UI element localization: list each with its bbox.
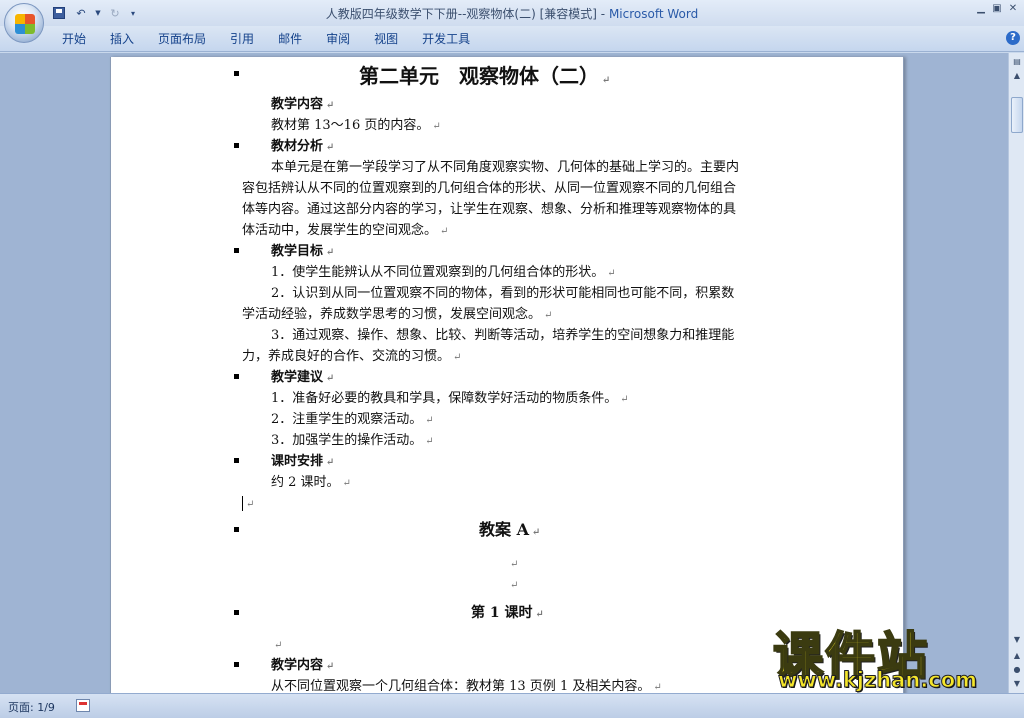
tab-page-layout[interactable]: 页面布局 (146, 31, 218, 47)
section-bullet (234, 610, 239, 615)
heading-bullet (234, 71, 239, 76)
section-title-teaching-suggestions: 教学建议 ↵ (271, 370, 335, 385)
quick-access-toolbar: ↶ ▼ ↻ ▾ (50, 4, 138, 22)
ruler-toggle-icon[interactable]: ▤ (1010, 55, 1024, 69)
analysis-line: 容包括辨认从不同的位置观察到的几何组合体的形状、从同一位置观察不同的几何组合 (242, 181, 737, 196)
tab-mailings[interactable]: 邮件 (266, 31, 314, 47)
office-button[interactable] (4, 3, 44, 43)
undo-button[interactable]: ↶ (72, 5, 90, 21)
redo-icon: ↻ (110, 6, 120, 20)
suggestion-line: 3．加强学生的操作活动。 ↵ (271, 433, 434, 448)
tab-view[interactable]: 视图 (362, 31, 410, 47)
goal-line: 2．认识到从同一位置观察不同的物体，看到的形状可能相同也可能不同，积累数 (271, 286, 735, 301)
empty-paragraph: ↵ (510, 580, 519, 591)
scroll-down-icon[interactable]: ▼ (1010, 633, 1024, 647)
section-title-lesson-content: 教学内容 ↵ (271, 658, 335, 673)
lesson-plan-title: 教案 A ↵ (479, 520, 541, 539)
document-heading: 第二单元 观察物体（二） ↵ (359, 64, 611, 88)
page-number-status[interactable]: 页面: 1/9 (8, 699, 55, 715)
section-title-teaching-goals: 教学目标 ↵ (271, 244, 335, 259)
restore-button[interactable]: ▣ (990, 2, 1004, 16)
window-controls: ▁ ▣ ✕ (974, 2, 1020, 16)
goal-line: 学活动经验，养成数学思考的习惯，发展空间观念。 ↵ (242, 307, 553, 322)
empty-paragraph: ↵ (510, 559, 519, 570)
suggestion-line: 1．准备好必要的教具和学具，保障数学好活动的物质条件。 ↵ (271, 391, 629, 406)
document-page[interactable]: 第二单元 观察物体（二） ↵ 教学内容 ↵ 教材第 13～16 页的内容。 ↵ 教材分… (110, 57, 904, 693)
minimize-button[interactable]: ▁ (974, 2, 988, 16)
window-title: 人教版四年级数学下下册--观察物体(二) [兼容模式] - Microsoft … (0, 5, 1024, 22)
scrollbar-thumb[interactable] (1011, 97, 1023, 133)
watermark-url: www.kjzhan.com (777, 668, 978, 693)
analysis-line: 本单元是在第一学段学习了从不同角度观察实物、几何体的基础上学习的。主要内 (271, 160, 740, 175)
undo-icon: ↶ (76, 6, 86, 20)
chevron-down-icon: ▼ (95, 9, 101, 17)
document-workspace: 第二单元 观察物体（二） ↵ 教学内容 ↵ 教材第 13～16 页的内容。 ↵ 教材分… (0, 53, 1008, 693)
office-logo-icon (15, 14, 35, 34)
redo-button[interactable]: ↻ (106, 5, 124, 21)
save-button[interactable] (50, 5, 68, 21)
next-page-icon[interactable]: ▼ (1010, 677, 1024, 691)
close-button[interactable]: ✕ (1006, 2, 1020, 16)
scroll-up-icon[interactable]: ▲ (1010, 69, 1024, 83)
vertical-scrollbar[interactable]: ▤ ▲ ▼ ▲ ● ▼ (1008, 53, 1024, 693)
save-icon (53, 7, 65, 19)
dropdown-icon: ▾ (130, 8, 135, 18)
schedule-text: 约 2 课时。 ↵ (271, 475, 351, 490)
section-title-material-analysis: 教材分析 ↵ (271, 139, 335, 154)
tab-home[interactable]: 开始 (50, 31, 98, 47)
analysis-line: 体等内容。通过这部分内容的学习，让学生在观察、想象、分析和推理等观察物体的具 (242, 202, 737, 217)
help-icon[interactable]: ? (1006, 31, 1020, 45)
status-bar: 页面: 1/9 (0, 693, 1024, 718)
tab-references[interactable]: 引用 (218, 31, 266, 47)
section-bullet (234, 248, 239, 253)
tab-insert[interactable]: 插入 (98, 31, 146, 47)
select-browse-object-icon[interactable]: ● (1010, 663, 1024, 677)
tab-review[interactable]: 审阅 (314, 31, 362, 47)
section-title-teaching-content: 教学内容 ↵ (271, 97, 335, 112)
section-bullet (234, 527, 239, 532)
lesson-content-text: 从不同位置观察一个几何组合体：教材第 13 页例 1 及相关内容。 ↵ (271, 679, 662, 693)
empty-paragraph: ↵ (274, 640, 283, 651)
suggestion-line: 2．注重学生的观察活动。 ↵ (271, 412, 434, 427)
analysis-line: 体活动中，发展学生的空间观念。 ↵ (242, 223, 449, 238)
document-name: 人教版四年级数学下下册--观察物体(二) [兼容模式] - (325, 7, 609, 21)
section-bullet (234, 374, 239, 379)
ribbon-tabs: 开始 插入 页面布局 引用 邮件 审阅 视图 开发工具 (50, 31, 482, 47)
goal-line: 力，养成良好的合作、交流的习惯。 ↵ (242, 349, 462, 364)
section-bullet (234, 662, 239, 667)
customize-qat-button[interactable]: ▾ (128, 5, 138, 21)
section-bullet (234, 458, 239, 463)
text-cursor: ↵ (242, 493, 254, 515)
undo-dropdown[interactable]: ▼ (94, 5, 102, 21)
goal-line: 3．通过观察、操作、想象、比较、判断等活动，培养学生的空间想象力和推理能 (271, 328, 735, 343)
app-name: Microsoft Word (608, 7, 699, 21)
lesson-title: 第 1 课时 ↵ (471, 605, 544, 621)
teaching-content-text: 教材第 13～16 页的内容。 ↵ (271, 118, 441, 133)
section-bullet (234, 143, 239, 148)
goal-line: 1．使学生能辨认从不同位置观察到的几何组合体的形状。 ↵ (271, 265, 616, 280)
ribbon: 开始 插入 页面布局 引用 邮件 审阅 视图 开发工具 ? (0, 26, 1024, 52)
title-bar: ↶ ▼ ↻ ▾ 人教版四年级数学下下册--观察物体(二) [兼容模式] - Mi… (0, 0, 1024, 26)
proofing-status-icon[interactable] (76, 699, 90, 712)
section-title-schedule: 课时安排 ↵ (271, 454, 335, 469)
tab-developer[interactable]: 开发工具 (410, 31, 482, 47)
previous-page-icon[interactable]: ▲ (1010, 649, 1024, 663)
